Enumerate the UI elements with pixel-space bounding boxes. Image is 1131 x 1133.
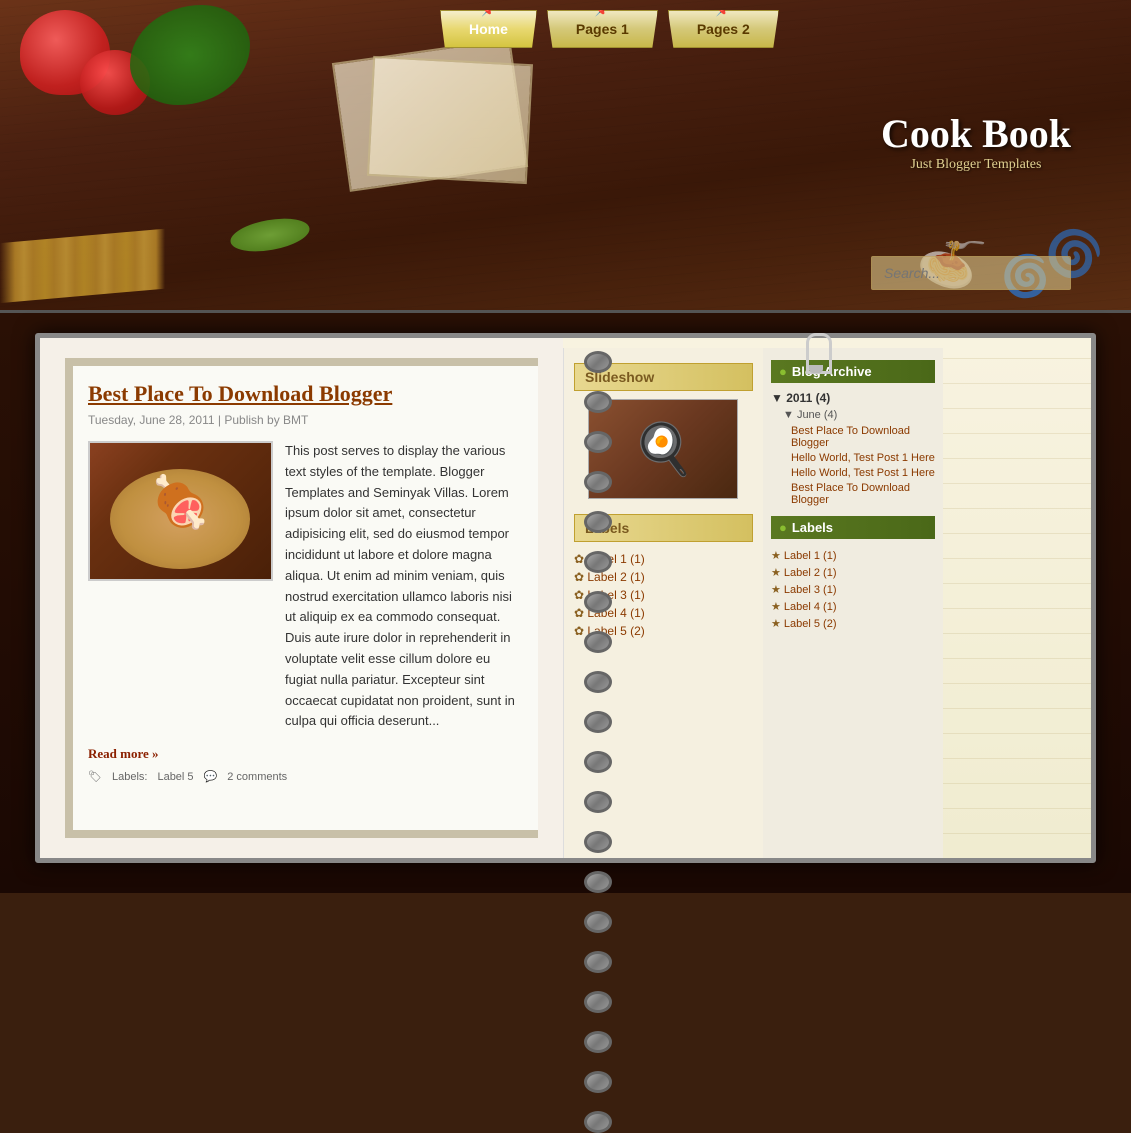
sidebar-label-4[interactable]: Label 4 (1) — [784, 601, 837, 613]
archive-sidebar: Blog Archive ▼ 2011 (4) ▼ June (4) Best … — [763, 348, 943, 858]
sidebar-label-3[interactable]: Label 3 (1) — [784, 584, 837, 596]
right-section: Slideshow Labels Label 1 (1) — [563, 336, 1093, 860]
list-item: Label 4 (1) — [771, 598, 935, 615]
post-labels-icon: 🏷 — [88, 770, 102, 783]
ring-18 — [584, 1031, 612, 1053]
ring-19 — [584, 1071, 612, 1093]
nav-pages1[interactable]: Pages 1 — [547, 10, 658, 48]
site-title: Cook Book — [881, 110, 1071, 157]
ring-20 — [584, 1111, 612, 1133]
ring-11 — [584, 751, 612, 773]
ring-15 — [584, 911, 612, 933]
header: 🍝 🌀 🌀 Home Pages 1 Pages 2 Cook Book Jus… — [0, 0, 1131, 310]
archive-month[interactable]: ▼ June (4) — [783, 409, 935, 421]
ring-9 — [584, 671, 612, 693]
ring-1 — [584, 351, 612, 373]
ring-12 — [584, 791, 612, 813]
ring-4 — [584, 471, 612, 493]
sidebar-label-5[interactable]: Label 5 (2) — [784, 618, 837, 630]
site-title-area: Cook Book Just Blogger Templates — [881, 110, 1071, 173]
post-comments-link[interactable]: 2 comments — [227, 771, 287, 783]
archive-post-1[interactable]: Best Place To Download Blogger — [791, 425, 935, 449]
post-title[interactable]: Best Place To Download Blogger — [88, 381, 523, 407]
ring-5 — [584, 511, 612, 533]
ring-6 — [584, 551, 612, 573]
nav-home[interactable]: Home — [440, 10, 537, 48]
post-author[interactable]: Publish by BMT — [224, 413, 308, 427]
ring-14 — [584, 871, 612, 893]
nav-pages2[interactable]: Pages 2 — [668, 10, 779, 48]
ring-17 — [584, 991, 612, 1013]
post-image — [88, 441, 273, 581]
clip-area — [563, 338, 1091, 348]
labels-sidebar-title: Labels — [771, 516, 935, 539]
ring-10 — [584, 711, 612, 733]
list-item: Label 1 (1) — [771, 547, 935, 564]
labels-sidebar-widget: Labels Label 1 (1) Label 2 (1) Label 3 (… — [771, 516, 935, 632]
right-content: Slideshow Labels Label 1 (1) — [563, 348, 1091, 858]
ring-3 — [584, 431, 612, 453]
main-content: Best Place To Download Blogger Tuesday, … — [0, 310, 1131, 893]
archive-title: Blog Archive — [771, 360, 935, 383]
spiral-binding — [578, 336, 618, 860]
post-comments-icon: 💬 — [204, 770, 218, 783]
paper-clip — [801, 333, 831, 373]
ring-7 — [584, 591, 612, 613]
post-meta: Tuesday, June 28, 2011 | Publish by BMT — [88, 413, 523, 427]
archive-year[interactable]: ▼ 2011 (4) — [771, 391, 935, 405]
list-item: Label 3 (1) — [771, 581, 935, 598]
sidebar-label-2[interactable]: Label 2 (1) — [784, 567, 837, 579]
search-area — [871, 256, 1071, 290]
archive-post-2[interactable]: Hello World, Test Post 1 Here — [791, 452, 935, 464]
site-tagline: Just Blogger Templates — [881, 157, 1071, 173]
read-more-link[interactable]: Read more » — [88, 746, 523, 762]
archive-post-3[interactable]: Hello World, Test Post 1 Here — [791, 467, 935, 479]
ring-16 — [584, 951, 612, 973]
post-labels-label: Labels: — [112, 771, 147, 783]
ring-2 — [584, 391, 612, 413]
post-footer: 🏷 Labels: Label 5 💬 2 comments — [88, 770, 523, 783]
post-date: Tuesday, June 28, 2011 — [88, 413, 215, 427]
notebook: Best Place To Download Blogger Tuesday, … — [35, 333, 1096, 863]
ring-13 — [584, 831, 612, 853]
search-input[interactable] — [871, 256, 1071, 290]
navigation: Home Pages 1 Pages 2 — [440, 10, 779, 48]
list-item: Label 2 (1) — [771, 564, 935, 581]
post-labels-value[interactable]: Label 5 — [157, 771, 193, 783]
post-text-snippet: This post serves to display the various … — [285, 441, 523, 732]
sidebar-label-1[interactable]: Label 1 (1) — [784, 550, 837, 562]
archive-post-4[interactable]: Best Place To Download Blogger — [791, 482, 935, 506]
blog-posts-page: Best Place To Download Blogger Tuesday, … — [38, 336, 563, 860]
sidebar-labels-list: Label 1 (1) Label 2 (1) Label 3 (1) Labe… — [771, 547, 935, 632]
ring-8 — [584, 631, 612, 653]
blog-archive-widget: Blog Archive ▼ 2011 (4) ▼ June (4) Best … — [771, 360, 935, 506]
list-item: Label 5 (2) — [771, 615, 935, 632]
post-content-area: This post serves to display the various … — [88, 441, 523, 732]
